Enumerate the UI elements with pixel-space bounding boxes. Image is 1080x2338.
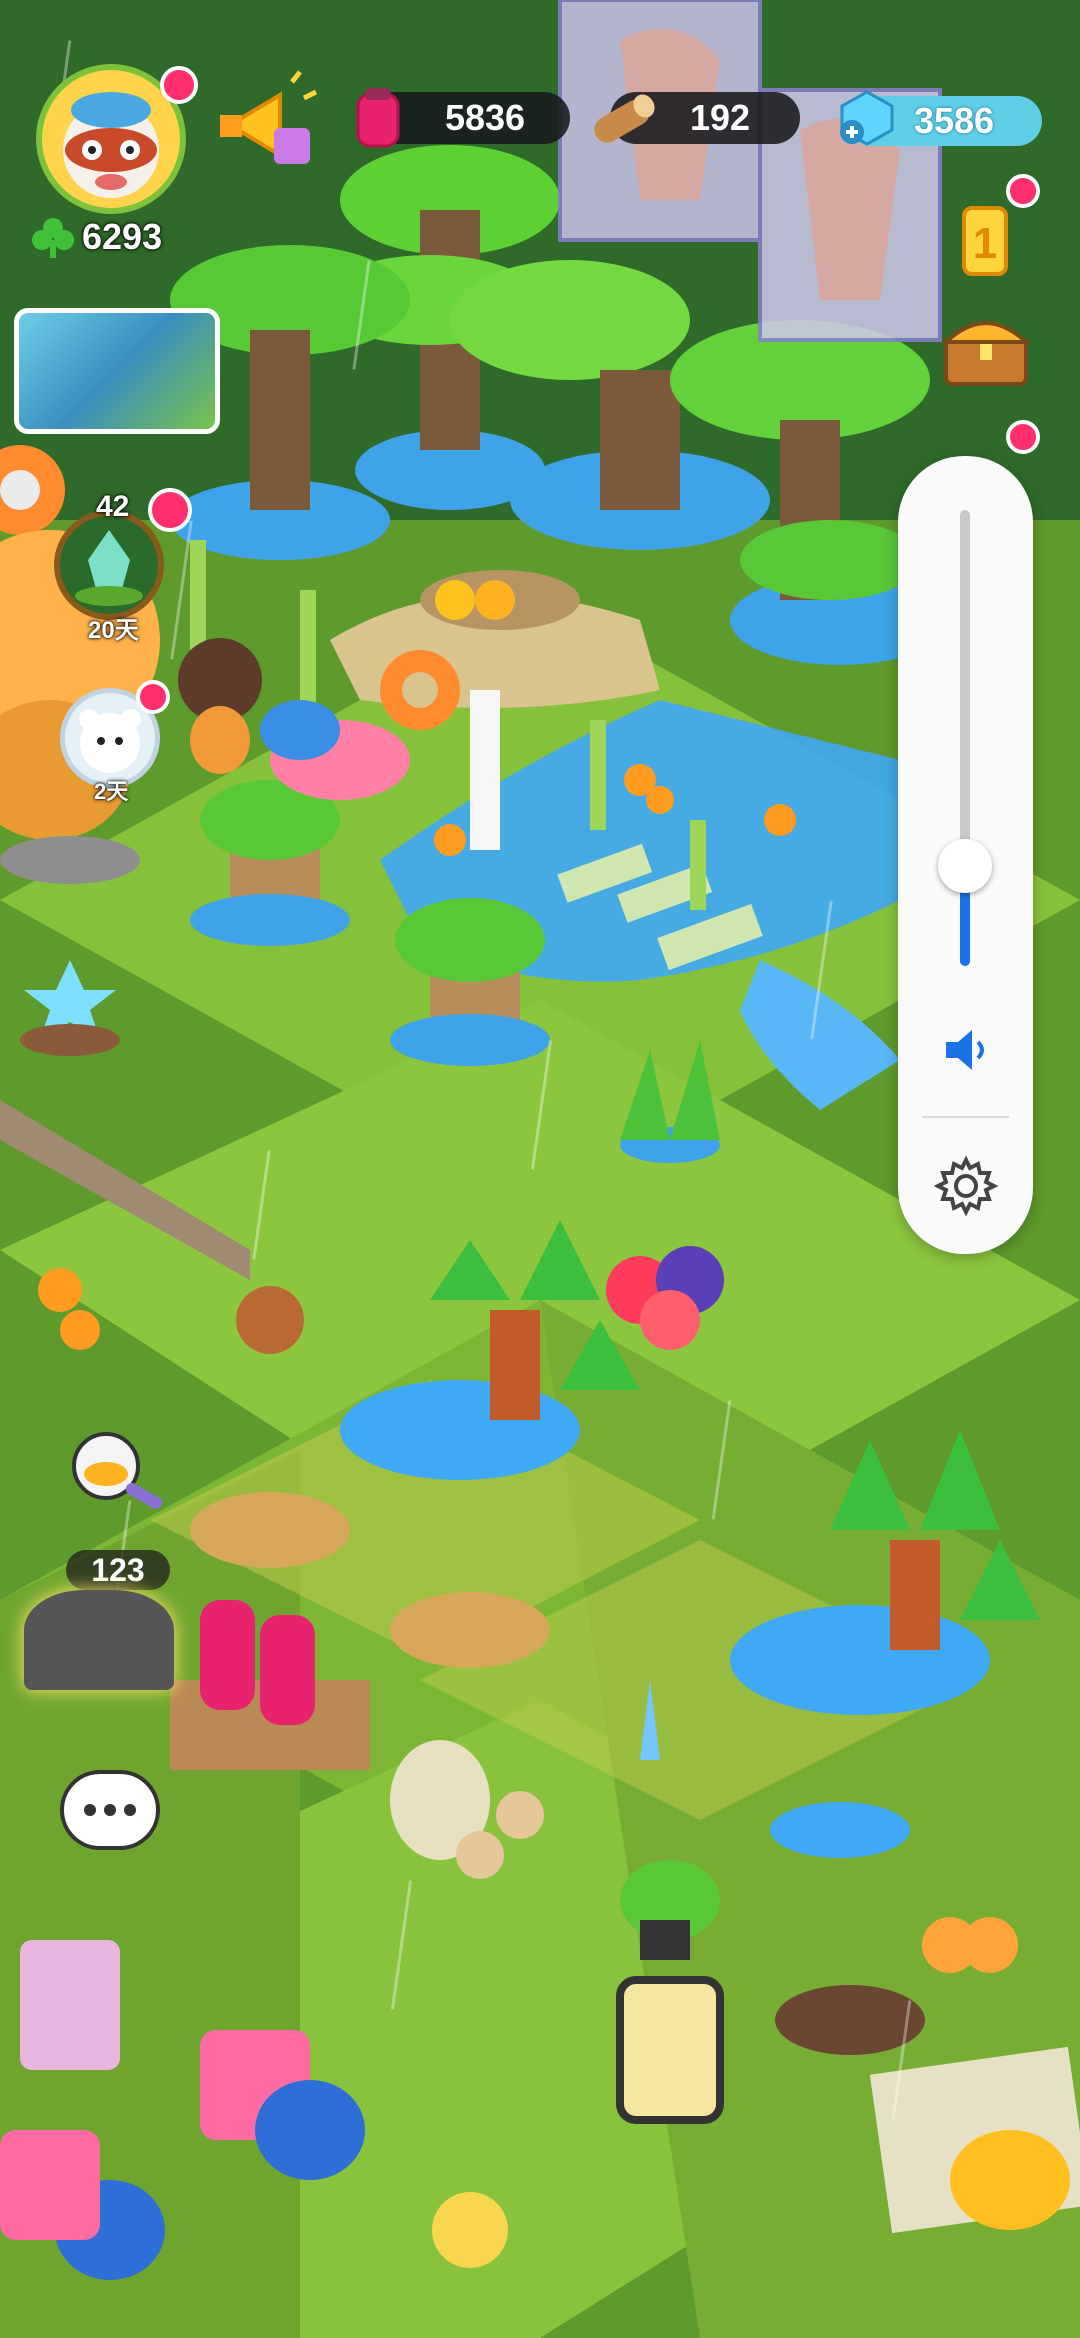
wood-count: 192	[689, 97, 751, 138]
gem-icon	[832, 86, 902, 150]
bear-badge-dot	[136, 680, 170, 714]
speaker-icon	[946, 1030, 984, 1070]
speaker-button[interactable]	[940, 1024, 992, 1076]
ranking-dot	[1006, 174, 1040, 208]
chest-dot	[1006, 420, 1040, 454]
treasure-chest-button[interactable]	[936, 304, 1036, 394]
player-score: 6293	[82, 216, 163, 257]
club-icon	[32, 218, 74, 258]
megaphone-icon	[220, 70, 318, 164]
volume-slider-thumb[interactable]	[938, 839, 992, 893]
volume-slider[interactable]	[938, 510, 992, 966]
potion-count: 5836	[444, 97, 526, 138]
svg-text:1: 1	[973, 219, 997, 268]
ellipsis-icon	[84, 1804, 136, 1816]
timer-badge-20-days: 20天	[88, 617, 139, 644]
treasure-chest-icon	[940, 321, 1032, 386]
crystal-icon	[75, 530, 143, 606]
level-number: 42	[96, 490, 130, 523]
robot-count-pill: 123	[66, 1550, 170, 1590]
map-thumbnail[interactable]	[14, 308, 220, 434]
chat-bubble-button[interactable]	[60, 1770, 160, 1850]
robot-count: 123	[91, 1551, 145, 1588]
announcement-button[interactable]	[210, 70, 320, 180]
settings-button[interactable]	[933, 1154, 999, 1218]
wood-log-icon	[586, 82, 658, 154]
level-badge-dot	[148, 488, 192, 532]
volume-divider	[922, 1116, 1009, 1118]
score-row: 6293	[30, 214, 162, 260]
potion-icon	[350, 88, 406, 150]
trophy-number-one-icon: 1	[962, 206, 1008, 276]
glow-tent	[24, 1590, 174, 1690]
robot-helper-button[interactable]	[50, 1410, 170, 1530]
volume-panel	[898, 456, 1033, 1254]
gem-count: 3586	[913, 100, 995, 141]
avatar-notification-dot	[160, 66, 198, 104]
gear-icon	[933, 1155, 999, 1217]
level-badge-button[interactable]	[54, 510, 164, 620]
duck-robot-icon	[72, 1432, 163, 1509]
raccoon-avatar-icon	[63, 92, 159, 198]
ranking-button[interactable]: 1	[940, 200, 1030, 290]
timer-badge-2-days: 2天	[94, 779, 129, 804]
